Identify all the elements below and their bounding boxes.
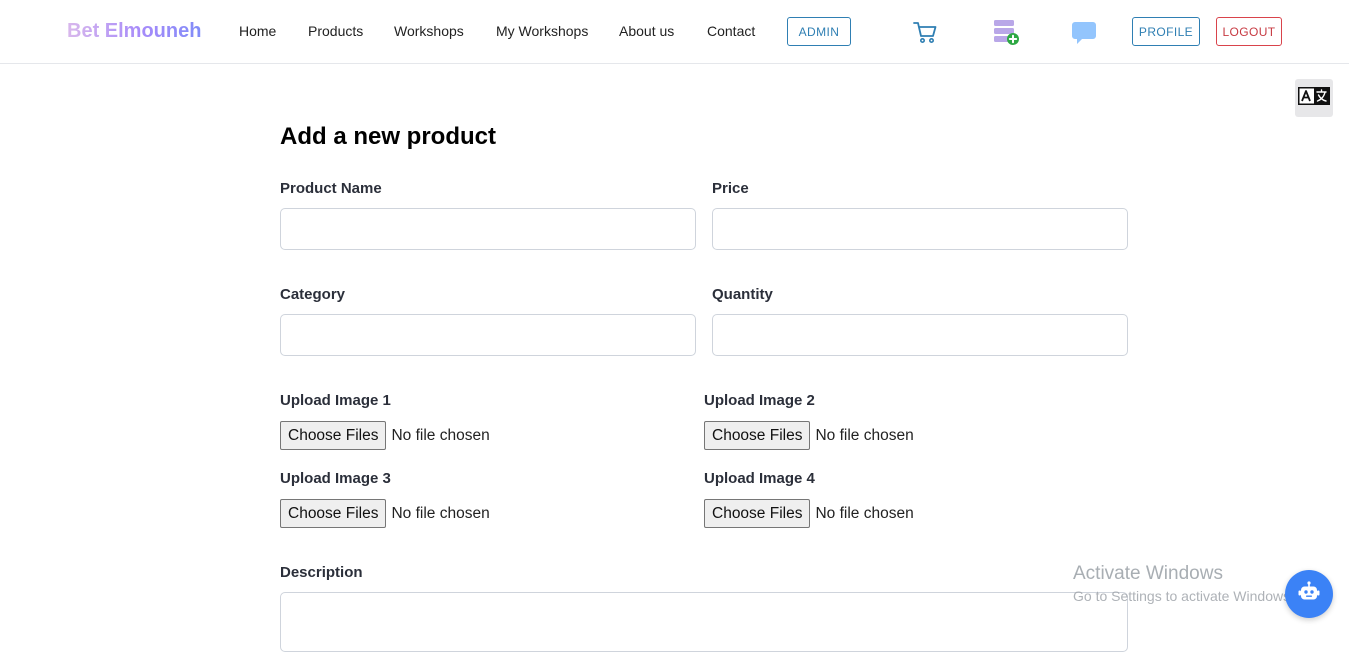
translate-icon [1298,86,1330,110]
nav-link-home[interactable]: Home [239,23,276,39]
upload-image-3-button[interactable]: Choose Files [280,499,387,528]
upload-image-1-button[interactable]: Choose Files [280,421,387,450]
upload-image-1-field: Choose Files No file chosen [280,421,490,450]
description-label: Description [280,564,363,581]
profile-button[interactable]: PROFILE [1132,17,1200,46]
nav-link-workshops[interactable]: Workshops [394,23,464,39]
upload-image-2-status: No file chosen [815,426,914,444]
upload-image-4-status: No file chosen [815,504,914,522]
category-input[interactable] [280,314,696,356]
chatbot-button[interactable] [1285,570,1333,618]
nav-link-contact[interactable]: Contact [707,23,755,39]
admin-button[interactable]: ADMIN [787,17,851,46]
chat-icon[interactable] [1071,21,1097,50]
upload-image-4-label: Upload Image 4 [704,470,815,487]
nav-link-about-us[interactable]: About us [619,23,674,39]
logout-button[interactable]: LOGOUT [1216,17,1282,46]
price-label: Price [712,180,749,197]
upload-image-4-field: Choose Files No file chosen [704,499,914,528]
upload-image-3-label: Upload Image 3 [280,470,391,487]
price-input[interactable] [712,208,1128,250]
product-name-label: Product Name [280,180,382,197]
quantity-input[interactable] [712,314,1128,356]
product-name-input[interactable] [280,208,696,250]
upload-image-4-button[interactable]: Choose Files [704,499,811,528]
upload-image-2-field: Choose Files No file chosen [704,421,914,450]
add-to-list-icon[interactable] [993,19,1021,52]
upload-image-2-label: Upload Image 2 [704,392,815,409]
navbar: Bet Elmouneh Home Products Workshops My … [0,0,1349,64]
translate-button[interactable] [1295,79,1333,117]
upload-image-1-label: Upload Image 1 [280,392,391,409]
category-label: Category [280,286,346,303]
upload-image-1-status: No file chosen [391,426,490,444]
activate-windows-watermark: Activate Windows [1073,563,1223,584]
robot-icon [1297,580,1321,609]
quantity-label: Quantity [712,286,773,303]
brand-logo[interactable]: Bet Elmouneh [67,20,201,43]
upload-image-3-field: Choose Files No file chosen [280,499,490,528]
nav-link-products[interactable]: Products [308,23,363,39]
activate-windows-subtitle: Go to Settings to activate Windows. [1073,588,1294,604]
page-title: Add a new product [280,123,496,150]
nav-link-my-workshops[interactable]: My Workshops [496,23,588,39]
upload-image-3-status: No file chosen [391,504,490,522]
cart-icon[interactable] [912,19,938,50]
upload-image-2-button[interactable]: Choose Files [704,421,811,450]
description-textarea[interactable] [280,592,1128,652]
